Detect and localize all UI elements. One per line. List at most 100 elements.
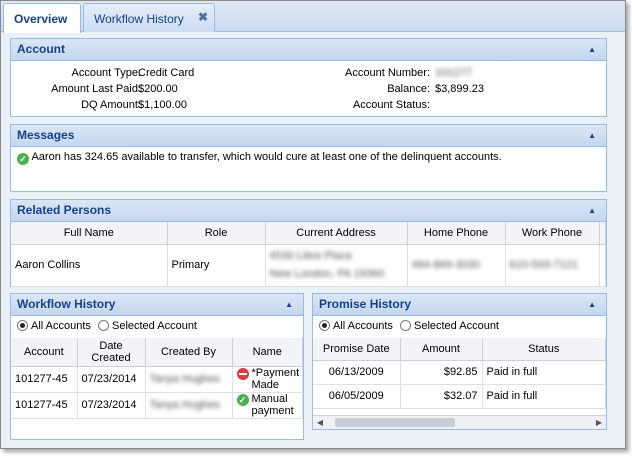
dq-amount-label: DQ Amount:: [81, 99, 141, 111]
column-header[interactable]: Status: [482, 338, 606, 361]
date-created-cell: 07/23/2014: [77, 392, 146, 419]
collapse-up-icon[interactable]: ▲: [588, 125, 596, 146]
table-header-row: Account Date Created Created By Name: [11, 338, 303, 367]
table-row[interactable]: 101277-45 07/23/2014 Tanya Hughes ✓ Manu…: [11, 392, 303, 419]
column-header[interactable]: Amount: [400, 338, 483, 361]
column-header[interactable]: Home Phone: [407, 222, 506, 245]
workflow-name: Manual payment: [251, 393, 294, 417]
message-text: Aaron has 324.65 available to transfer, …: [31, 151, 502, 163]
column-header[interactable]: Role: [167, 222, 266, 245]
radio-selected-account[interactable]: [399, 320, 411, 331]
created-by-cell: Tanya Hughes: [145, 366, 233, 393]
account-number-label: Account Number:: [345, 67, 430, 79]
table-row[interactable]: 101277-45 07/23/2014 Tanya Hughes *Payme…: [11, 366, 303, 393]
radio-all-accounts-label: All Accounts: [333, 320, 393, 332]
tab-strip: Overview Workflow History ✖: [1, 1, 625, 33]
account-status-label: Account Status:: [352, 99, 430, 111]
status-cell: Paid in full: [482, 384, 606, 409]
tab-workflow-history-label: Workflow History: [94, 12, 184, 26]
collapse-up-icon[interactable]: ▲: [588, 200, 596, 221]
column-header[interactable]: Promise Date: [313, 338, 401, 361]
balance-value: $3,899.23: [435, 83, 484, 95]
workflow-history-panel-title: Workflow History: [17, 297, 116, 311]
filler-cell: [599, 244, 606, 287]
promise-history-panel-title: Promise History: [319, 297, 412, 311]
account-number-value: 101277: [435, 67, 472, 79]
name-cell: ✓ Manual payment: [232, 392, 303, 419]
related-persons-panel-title: Related Persons: [17, 203, 112, 217]
date-created-cell: 07/23/2014: [77, 366, 146, 393]
dq-amount-value: $1,100.00: [138, 99, 187, 111]
workflow-history-panel-header: Workflow History ▲: [11, 294, 303, 316]
balance-label: Balance:: [387, 83, 430, 95]
workflow-history-table: Account Date Created Created By Name 101…: [11, 338, 303, 419]
column-header[interactable]: Work Phone: [505, 222, 600, 245]
account-filter: All Accounts Selected Account: [11, 316, 303, 338]
stop-icon: [236, 368, 249, 380]
promise-history-table: Promise Date Amount Status 06/13/2009 $9…: [313, 338, 606, 409]
column-header[interactable]: Created By: [145, 338, 233, 367]
promise-history-panel: Promise History ▲ All Accounts Selected …: [312, 293, 607, 430]
table-header-row: Full Name Role Current Address Home Phon…: [11, 222, 606, 245]
column-header[interactable]: Full Name: [11, 222, 168, 245]
radio-all-accounts[interactable]: [319, 320, 330, 331]
table-row[interactable]: 06/05/2009 $32.07 Paid in full: [313, 384, 606, 409]
role-cell: Primary: [167, 244, 266, 287]
tab-overview[interactable]: Overview: [3, 3, 81, 33]
account-fields: Account Type: Credit Card Amount Last Pa…: [11, 61, 606, 117]
check-circle-icon: ✓: [236, 394, 249, 406]
scroll-left-icon[interactable]: ◀: [313, 416, 327, 429]
column-header-filler: [599, 222, 606, 245]
scroll-right-icon[interactable]: ▶: [592, 416, 606, 429]
account-filter: All Accounts Selected Account: [313, 316, 606, 338]
column-header[interactable]: Name: [232, 338, 303, 367]
close-icon[interactable]: ✖: [198, 10, 208, 24]
radio-selected-account-label: Selected Account: [111, 320, 197, 332]
promise-date-cell: 06/13/2009: [313, 360, 401, 385]
radio-all-accounts-label: All Accounts: [31, 320, 91, 332]
radio-selected-account[interactable]: [97, 320, 109, 331]
column-header[interactable]: Account: [11, 338, 78, 367]
table-row[interactable]: 06/13/2009 $92.85 Paid in full: [313, 360, 606, 385]
messages-panel-header: Messages ▲: [11, 125, 606, 147]
workflow-history-panel: Workflow History ▲ All Accounts Selected…: [10, 293, 304, 440]
table-header-row: Promise Date Amount Status: [313, 338, 606, 361]
message-row: ✓ Aaron has 324.65 available to transfer…: [11, 147, 606, 169]
workflow-name: *Payment Made: [251, 367, 300, 391]
created-by-cell: Tanya Hughes: [145, 392, 233, 419]
related-persons-panel: Related Persons ▲ Full Name Role Current…: [10, 199, 607, 287]
column-header[interactable]: Current Address: [265, 222, 408, 245]
messages-panel-title: Messages: [17, 128, 75, 142]
horizontal-scrollbar[interactable]: ◀ ▶: [313, 415, 606, 429]
status-cell: Paid in full: [482, 360, 606, 385]
check-circle-icon: ✓: [17, 153, 29, 165]
address-cell: 4530 Libre Place New London, PA 19360: [265, 244, 408, 287]
home-phone-cell: 484-869-3030: [407, 244, 506, 287]
account-cell: 101277-45: [11, 366, 78, 393]
radio-selected-account-label: Selected Account: [413, 320, 499, 332]
amount-last-paid-label: Amount Last Paid:: [51, 83, 141, 95]
amount-last-paid-value: $200.00: [138, 83, 178, 95]
column-header[interactable]: Date Created: [77, 338, 146, 367]
collapse-up-icon[interactable]: ▲: [285, 294, 293, 315]
collapse-up-icon[interactable]: ▲: [588, 294, 596, 315]
messages-panel: Messages ▲ ✓ Aaron has 324.65 available …: [10, 124, 607, 192]
account-panel: Account ▲ Account Type: Credit Card Amou…: [10, 38, 607, 117]
promise-history-panel-header: Promise History ▲: [313, 294, 606, 316]
promise-date-cell: 06/05/2009: [313, 384, 401, 409]
collapse-up-icon[interactable]: ▲: [588, 39, 596, 60]
work-phone-cell: 610-593-7121: [505, 244, 600, 287]
full-name-cell: Aaron Collins: [11, 244, 168, 287]
table-row[interactable]: Aaron Collins Primary 4530 Libre Place N…: [11, 244, 606, 287]
account-cell: 101277-45: [11, 392, 78, 419]
scroll-thumb[interactable]: [335, 418, 455, 427]
amount-cell: $32.07: [400, 384, 483, 409]
related-persons-panel-header: Related Persons ▲: [11, 200, 606, 222]
radio-all-accounts[interactable]: [17, 320, 28, 331]
name-cell: *Payment Made: [232, 366, 303, 393]
account-panel-header: Account ▲: [11, 39, 606, 61]
window-frame: Overview Workflow History ✖ Account ▲ Ac…: [0, 0, 626, 449]
account-panel-title: Account: [17, 42, 65, 56]
address-line-1: 4530 Libre Place: [269, 250, 353, 262]
tab-workflow-history[interactable]: Workflow History ✖: [83, 3, 215, 32]
